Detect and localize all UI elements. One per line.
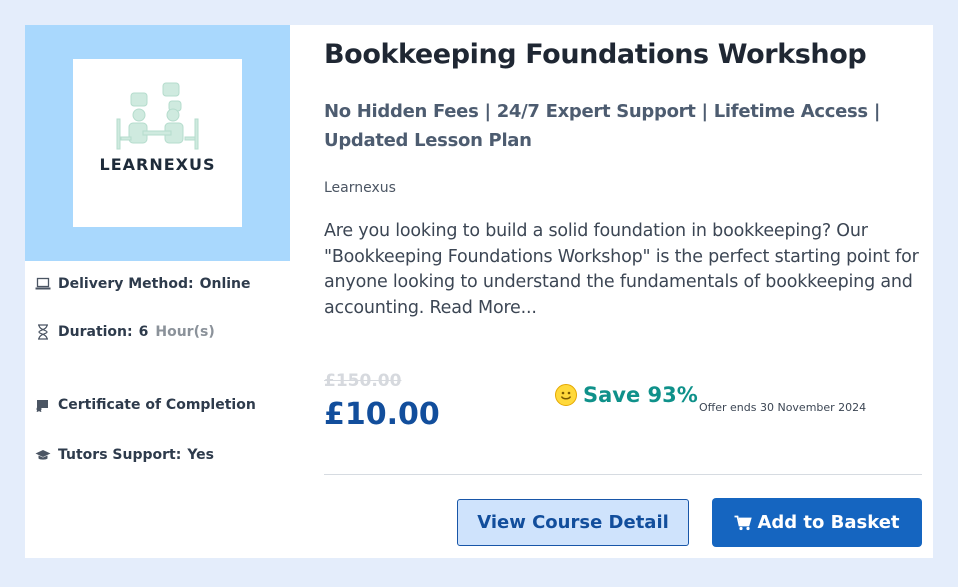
course-description: Are you looking to build a solid foundat… [324, 221, 919, 318]
provider-logo: LEARNEXUS [73, 59, 242, 227]
add-to-basket-button[interactable]: Add to Basket [712, 498, 922, 547]
save-label: Save 93% [583, 383, 698, 407]
duration-unit: Hour(s) [155, 324, 215, 340]
smile-icon [555, 384, 577, 406]
add-to-basket-label: Add to Basket [757, 512, 900, 533]
logo-text: LEARNEXUS [99, 155, 216, 174]
course-card: LEARNEXUS Delivery Method: Online Durati… [25, 25, 933, 558]
certificate-icon [35, 397, 51, 413]
course-provider: Learnexus [324, 180, 396, 196]
current-price: £10.00 [324, 397, 440, 432]
offer-ends: Offer ends 30 November 2024 [699, 401, 867, 414]
tutors-label: Tutors Support: [58, 447, 182, 463]
view-course-detail-button[interactable]: View Course Detail [457, 499, 689, 546]
cart-icon [734, 515, 753, 531]
logo-illustration [116, 82, 199, 150]
delivery-value: Online [199, 276, 251, 292]
certificate: Certificate of Completion [35, 397, 256, 413]
course-left-panel: LEARNEXUS Delivery Method: Online Durati… [25, 25, 290, 558]
graduation-cap-icon [35, 447, 51, 463]
delivery-method: Delivery Method: Online [35, 276, 251, 292]
laptop-icon [35, 276, 51, 292]
course-title[interactable]: Bookkeeping Foundations Workshop [324, 39, 867, 70]
divider [324, 474, 922, 475]
course-subtitle: No Hidden Fees | 24/7 Expert Support | L… [324, 101, 881, 151]
course-thumbnail[interactable]: LEARNEXUS [25, 25, 290, 261]
delivery-label: Delivery Method: [58, 276, 194, 292]
tutors-support: Tutors Support: Yes [35, 447, 214, 463]
duration-label: Duration: [58, 324, 133, 340]
tutors-value: Yes [187, 447, 214, 463]
duration: Duration: 6 Hour(s) [35, 324, 215, 340]
old-price: £150.00 [324, 371, 402, 391]
certificate-label: Certificate of Completion [58, 397, 256, 413]
hourglass-icon [35, 324, 51, 340]
duration-value: 6 [138, 324, 149, 340]
save-badge: Save 93% [555, 383, 698, 407]
